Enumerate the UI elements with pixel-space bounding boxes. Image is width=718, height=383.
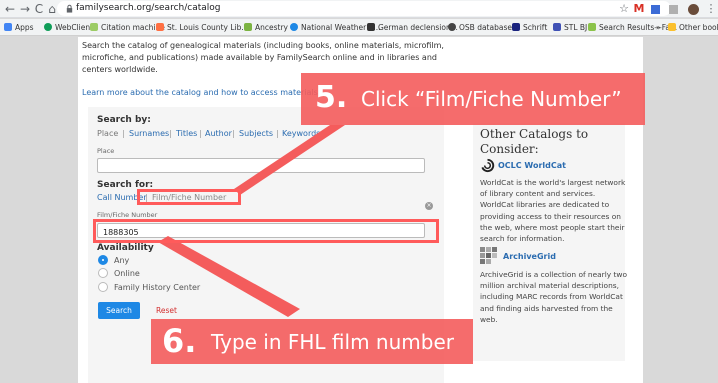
bookmarks-bar: Apps WebClient Citation machine St. Loui… <box>0 19 718 36</box>
step-5-callout: 5. Click “Film/Fiche Number” <box>301 73 645 125</box>
browser-toolbar: ← → C ⌂ familysearch.org/search/catalog … <box>0 0 718 18</box>
step-5-number: 5. <box>315 80 348 115</box>
bookmark-osb-database[interactable]: OSB database <box>448 21 512 34</box>
extension-icon[interactable] <box>648 1 662 19</box>
step-6-text: Type in FHL film number <box>211 330 454 354</box>
screenshot: ← → C ⌂ familysearch.org/search/catalog … <box>0 0 718 383</box>
lock-icon <box>66 4 73 13</box>
bookmark-label: Other bookmarks <box>679 23 718 32</box>
w-icon <box>367 23 375 31</box>
bookmark-webclient[interactable]: WebClient <box>44 21 93 34</box>
bookmark-label: STL BJ <box>564 23 588 32</box>
bookmark-other[interactable]: Other bookmarks <box>668 21 718 34</box>
ancestry-leaf-icon <box>244 23 252 31</box>
familysearch-icon <box>588 23 596 31</box>
extension2-icon[interactable] <box>666 1 680 19</box>
step-5-text: Click “Film/Fiche Number” <box>361 87 622 111</box>
forward-icon[interactable]: → <box>18 1 32 17</box>
bookmark-search-results[interactable]: Search Results—Fa... <box>588 21 677 34</box>
osb-icon <box>448 23 456 31</box>
bookmark-ancestry[interactable]: Ancestry <box>244 21 288 34</box>
url-text: familysearch.org/search/catalog <box>76 3 221 13</box>
star-icon[interactable]: ☆ <box>617 1 631 17</box>
bookmark-label: German declension... <box>378 23 458 32</box>
menu-icon[interactable]: ⋮ <box>704 1 718 17</box>
bookmark-apps[interactable]: Apps <box>4 21 34 34</box>
bookmark-label: Ancestry <box>255 23 288 32</box>
gmail-icon[interactable]: M <box>632 1 646 17</box>
bookmark-label: Search Results—Fa... <box>599 23 678 32</box>
bookmark-label: Schrift <box>523 23 548 32</box>
apps-grid-icon <box>4 23 12 31</box>
highlight-film-fiche-link <box>137 189 241 205</box>
bookmark-label: St. Louis County Lib... <box>167 23 249 32</box>
schrift-icon <box>512 23 520 31</box>
bookmark-label: Apps <box>15 23 34 32</box>
bookmark-german-declension[interactable]: German declension... <box>367 21 458 34</box>
bookmark-label: OSB database <box>459 23 512 32</box>
weather-icon <box>290 23 298 31</box>
bookmark-label: WebClient <box>55 23 94 32</box>
step-6-callout: 6. Type in FHL film number <box>151 319 473 364</box>
step-6-number: 6. <box>162 322 197 360</box>
citation-icon <box>90 23 98 31</box>
reload-icon[interactable]: C <box>32 1 46 17</box>
highlight-film-number-input <box>93 219 439 243</box>
bookmark-stl-bj[interactable]: STL BJ <box>553 21 587 34</box>
bookmark-citation-machine[interactable]: Citation machine <box>90 21 165 34</box>
profile-avatar-icon[interactable] <box>686 1 700 20</box>
webclient-icon <box>44 23 52 31</box>
bookmarks-overflow[interactable]: » <box>656 21 661 34</box>
library-icon <box>156 23 164 31</box>
back-icon[interactable]: ← <box>3 1 17 17</box>
folder-icon <box>668 23 676 31</box>
bookmark-schrift[interactable]: Schrift <box>512 21 547 34</box>
stl-icon <box>553 23 561 31</box>
page-body: Search the catalog of genealogical mater… <box>0 37 718 383</box>
bookmark-st-louis-library[interactable]: St. Louis County Lib... <box>156 21 249 34</box>
